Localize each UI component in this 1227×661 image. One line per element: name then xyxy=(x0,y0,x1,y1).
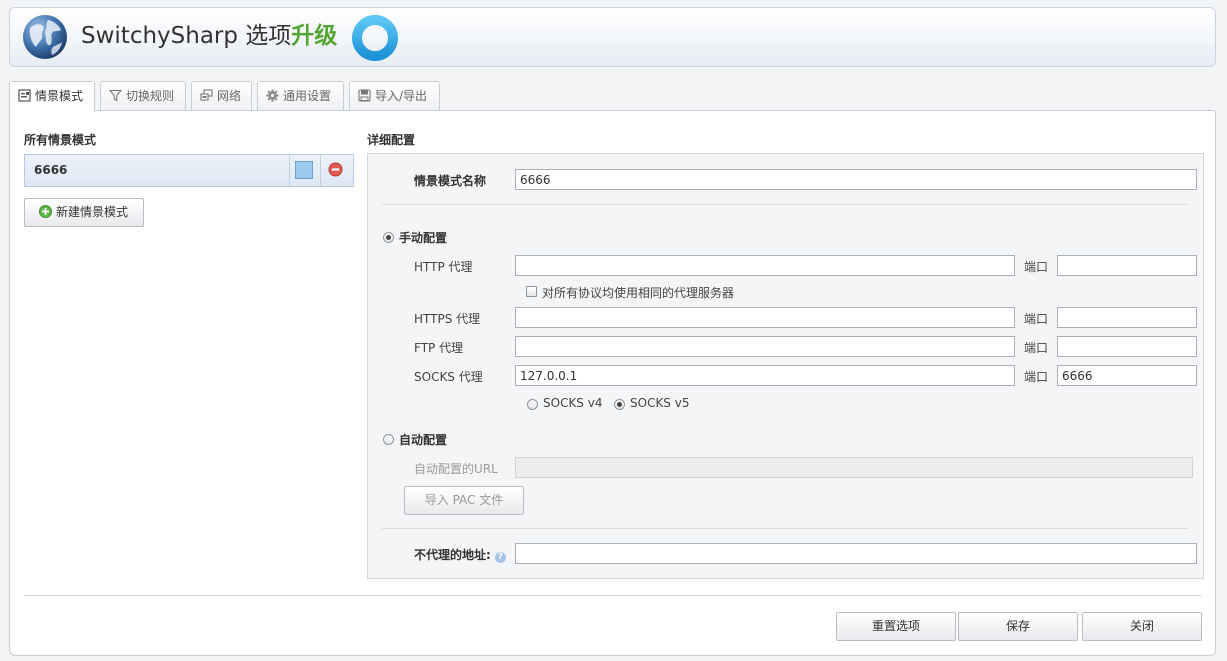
app-title: SwitchySharp 选项升级 xyxy=(81,22,337,50)
close-button[interactable]: 关闭 xyxy=(1082,612,1202,641)
tab-switch-rules-label: 切换规则 xyxy=(126,89,175,103)
profile-color-swatch[interactable] xyxy=(295,161,313,179)
https-proxy-input[interactable] xyxy=(515,307,1015,328)
profile-icon xyxy=(18,89,31,102)
http-port-label: 端口 xyxy=(1024,260,1049,274)
tab-network[interactable]: 网络 xyxy=(191,81,252,110)
detail-title: 详细配置 xyxy=(367,133,416,147)
gear-icon xyxy=(266,89,279,102)
tab-import-export-label: 导入/导出 xyxy=(375,89,428,103)
ftp-port-input[interactable] xyxy=(1057,336,1197,357)
import-pac-button[interactable]: 导入 PAC 文件 xyxy=(404,486,524,515)
profile-name: 6666 xyxy=(34,163,68,177)
tab-general-settings[interactable]: 通用设置 xyxy=(257,81,344,110)
divider xyxy=(289,155,290,186)
new-profile-button[interactable]: 新建情景模式 xyxy=(24,198,144,227)
footer-divider xyxy=(24,595,1202,596)
tab-profiles-label: 情景模式 xyxy=(35,89,84,103)
bypass-list-input[interactable] xyxy=(515,543,1197,564)
profiles-panel: 所有情景模式 6666 新建情景模式 详细配置 情景模式名称 手动配置 HTTP… xyxy=(9,110,1216,656)
https-port-label: 端口 xyxy=(1024,312,1049,326)
http-proxy-input[interactable] xyxy=(515,255,1015,276)
bypass-label-text: 不代理的地址: xyxy=(414,548,491,562)
auto-config-url-label: 自动配置的URL xyxy=(414,462,498,476)
app-header: SwitchySharp 选项升级 xyxy=(9,7,1216,67)
manual-config-label: 手动配置 xyxy=(399,231,448,245)
profile-name-label: 情景模式名称 xyxy=(414,174,487,188)
filter-icon xyxy=(109,89,122,102)
tab-network-label: 网络 xyxy=(217,89,242,103)
auto-config-url-input[interactable] xyxy=(515,457,1193,478)
socks-v4-radio[interactable] xyxy=(527,399,538,410)
app-name: SwitchySharp 选项 xyxy=(81,23,292,49)
socks-v5-label: SOCKS v5 xyxy=(630,396,690,410)
add-icon xyxy=(39,205,52,218)
socks-port-input[interactable] xyxy=(1057,365,1197,386)
profiles-title: 所有情景模式 xyxy=(24,133,97,147)
socks-proxy-input[interactable] xyxy=(515,365,1015,386)
save-button[interactable]: 保存 xyxy=(958,612,1078,641)
divider xyxy=(382,528,1188,529)
socks-v5-radio[interactable] xyxy=(614,399,625,410)
socks-v4-label: SOCKS v4 xyxy=(543,396,603,410)
auto-config-radio[interactable] xyxy=(383,434,394,445)
https-proxy-label: HTTPS 代理 xyxy=(414,312,481,326)
socks-proxy-label: SOCKS 代理 xyxy=(414,370,483,384)
save-icon xyxy=(358,89,371,102)
globe-icon xyxy=(23,15,67,59)
ftp-port-label: 端口 xyxy=(1024,341,1049,355)
divider xyxy=(382,204,1188,205)
reset-options-button[interactable]: 重置选项 xyxy=(836,612,956,641)
auto-config-label: 自动配置 xyxy=(399,433,448,447)
profile-list-item[interactable]: 6666 xyxy=(24,154,354,187)
detail-config-box: 情景模式名称 手动配置 HTTP 代理 端口 对所有协议均使用相同的代理服务器 … xyxy=(367,153,1204,579)
ftp-proxy-label: FTP 代理 xyxy=(414,341,464,355)
help-icon[interactable]: ? xyxy=(494,552,506,563)
same-proxy-checkbox[interactable] xyxy=(526,286,537,297)
manual-config-radio[interactable] xyxy=(383,232,394,243)
tab-profiles[interactable]: 情景模式 xyxy=(9,81,95,112)
upgrade-link[interactable]: 升级 xyxy=(291,23,337,49)
network-icon xyxy=(200,89,213,101)
https-port-input[interactable] xyxy=(1057,307,1197,328)
new-profile-label: 新建情景模式 xyxy=(56,205,129,219)
socks-port-label: 端口 xyxy=(1024,370,1049,384)
profile-name-input[interactable] xyxy=(515,169,1197,190)
same-proxy-label: 对所有协议均使用相同的代理服务器 xyxy=(542,286,735,300)
tab-switch-rules[interactable]: 切换规则 xyxy=(100,81,186,110)
tab-import-export[interactable]: 导入/导出 xyxy=(349,81,440,110)
ftp-proxy-input[interactable] xyxy=(515,336,1015,357)
tab-general-settings-label: 通用设置 xyxy=(283,89,332,103)
bypass-label: 不代理的地址:? xyxy=(414,546,506,563)
http-port-input[interactable] xyxy=(1057,255,1197,276)
delete-profile-icon[interactable] xyxy=(328,162,343,177)
http-proxy-label: HTTP 代理 xyxy=(414,260,473,274)
ring-icon xyxy=(352,15,398,61)
divider xyxy=(320,155,321,186)
